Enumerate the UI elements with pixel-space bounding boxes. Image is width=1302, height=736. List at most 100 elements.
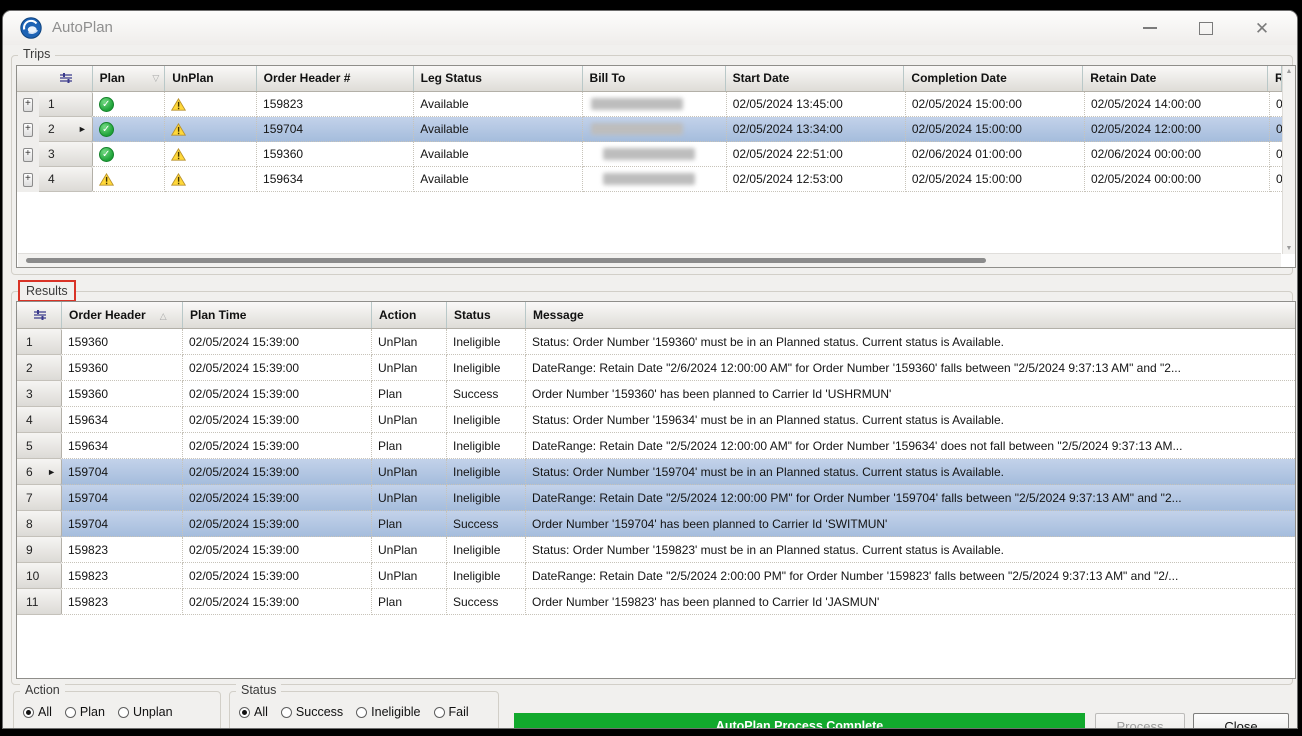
cell-plan: ✓ [93,117,166,142]
trips-header-order[interactable]: Order Header # [257,66,414,91]
radio-status-ineligible[interactable]: Ineligible [356,705,420,719]
results-row[interactable]: 515963402/05/2024 15:39:00PlanIneligible… [17,433,1295,459]
results-filter-button[interactable] [17,302,62,328]
sort-ascending-icon: △ [160,311,167,321]
cell-start-date: 02/05/2024 13:34:00 [727,117,906,142]
column-label: Completion Date [911,71,1006,85]
radio-status-success[interactable]: Success [281,705,343,719]
expand-button[interactable]: + [23,173,33,187]
trips-row[interactable]: +4159634Available02/05/2024 12:53:0002/0… [17,167,1282,192]
results-header-time[interactable]: Plan Time [183,302,372,328]
filter-icon [58,71,74,85]
expand-cell: + [17,142,39,167]
radio-button-icon[interactable] [23,707,34,718]
radio-button-icon[interactable] [356,707,367,718]
column-label: Order Header [69,308,146,322]
results-row[interactable]: 915982302/05/2024 15:39:00UnPlanIneligib… [17,537,1295,563]
column-label: Leg Status [421,71,482,85]
expand-cell: + [17,167,39,192]
cell-order-header: 159634 [62,433,183,459]
cell-plan-time: 02/05/2024 15:39:00 [183,537,372,563]
results-row[interactable]: 315936002/05/2024 15:39:00PlanSuccessOrd… [17,381,1295,407]
maximize-button[interactable] [1197,19,1215,37]
results-row[interactable]: 115936002/05/2024 15:39:00UnPlanIneligib… [17,329,1295,355]
cell-partial: 02 [1270,167,1282,192]
redacted-value [603,148,695,160]
radio-action-unplan[interactable]: Unplan [118,705,173,719]
row-header: 6► [17,459,62,485]
trips-row[interactable]: +1✓159823Available02/05/2024 13:45:0002/… [17,92,1282,117]
radio-button-icon[interactable] [65,707,76,718]
expand-button[interactable]: + [23,98,33,112]
cell-message: Order Number '159360' has been planned t… [526,381,1295,407]
results-row[interactable]: 1015982302/05/2024 15:39:00UnPlanIneligi… [17,563,1295,589]
trips-vertical-scrollbar[interactable]: ▲▼ [1282,66,1295,254]
trips-hscroll-thumb[interactable] [26,258,986,263]
cell-plan-time: 02/05/2024 15:39:00 [183,433,372,459]
results-row[interactable]: 715970402/05/2024 15:39:00UnPlanIneligib… [17,485,1295,511]
row-number: 5 [26,439,33,453]
trips-caption: Trips [18,47,55,61]
results-header-message[interactable]: Message [526,302,1295,328]
radio-action-plan[interactable]: Plan [65,705,105,719]
trips-header-start[interactable]: Start Date [726,66,905,91]
cell-plan-time: 02/05/2024 15:39:00 [183,381,372,407]
trips-grid: Plan▽UnPlanOrder Header # Leg Status Bill … [16,65,1296,268]
results-header-order[interactable]: Order Header △ [62,302,183,328]
cell-status: Success [447,589,526,615]
trips-header-retain[interactable]: Retain Date [1083,66,1268,91]
radio-button-icon[interactable] [239,707,250,718]
results-row[interactable]: 215936002/05/2024 15:39:00UnPlanIneligib… [17,355,1295,381]
trips-header-unplan[interactable]: UnPlan [165,66,256,91]
cell-order-header: 159360 [62,381,183,407]
trips-filter-button[interactable] [39,66,93,91]
cell-status: Ineligible [447,355,526,381]
radio-button-icon[interactable] [281,707,292,718]
process-button[interactable]: Process [1095,713,1185,729]
close-button[interactable]: Close [1193,713,1289,729]
expand-button[interactable]: + [23,123,33,137]
cell-order-header: 159360 [62,355,183,381]
row-number: 2 [48,122,55,136]
radio-status-all[interactable]: All [239,705,268,719]
column-label: R [1275,71,1282,85]
trips-header-billto[interactable]: Bill To [583,66,726,91]
cell-action: UnPlan [372,407,447,433]
results-header-action[interactable]: Action [372,302,447,328]
results-header-status[interactable]: Status [447,302,526,328]
cell-order-header: 159823 [62,563,183,589]
minimize-button[interactable] [1141,19,1159,37]
row-number: 1 [48,97,55,111]
row-header: 8 [17,511,62,537]
trips-row[interactable]: +3✓159360Available02/05/2024 22:51:0002/… [17,142,1282,167]
trips-row[interactable]: +2►✓159704Available02/05/2024 13:34:0002… [17,117,1282,142]
trips-horizontal-scrollbar[interactable] [18,253,1281,267]
cell-unplan [165,142,257,167]
trips-header-partial[interactable]: R [1268,66,1282,91]
trips-header-leg[interactable]: Leg Status [414,66,583,91]
row-header: 5 [17,433,62,459]
row-number: 9 [26,543,33,557]
column-label: Action [379,308,416,322]
radio-button-icon[interactable] [118,707,129,718]
results-row[interactable]: 415963402/05/2024 15:39:00UnPlanIneligib… [17,407,1295,433]
close-window-button[interactable]: ✕ [1253,19,1271,37]
cell-retain-date: 02/05/2024 12:00:00 [1085,117,1270,142]
radio-action-all[interactable]: All [23,705,52,719]
redacted-value [591,98,683,110]
cell-order-header: 159823 [62,589,183,615]
warning-icon [171,98,186,111]
cell-order-header: 159634 [62,407,183,433]
radio-button-icon[interactable] [434,707,445,718]
expand-button[interactable]: + [23,148,33,162]
radio-label: All [254,705,268,719]
trips-header-completion[interactable]: Completion Date [904,66,1083,91]
trips-header-plan[interactable]: Plan▽ [93,66,166,91]
cell-status: Ineligible [447,329,526,355]
cell-action: UnPlan [372,459,447,485]
radio-status-fail[interactable]: Fail [434,705,469,719]
results-row[interactable]: 6►15970402/05/2024 15:39:00UnPlanIneligi… [17,459,1295,485]
results-row[interactable]: 815970402/05/2024 15:39:00PlanSuccessOrd… [17,511,1295,537]
results-row[interactable]: 1115982302/05/2024 15:39:00PlanSuccessOr… [17,589,1295,615]
row-header: 2 [17,355,62,381]
